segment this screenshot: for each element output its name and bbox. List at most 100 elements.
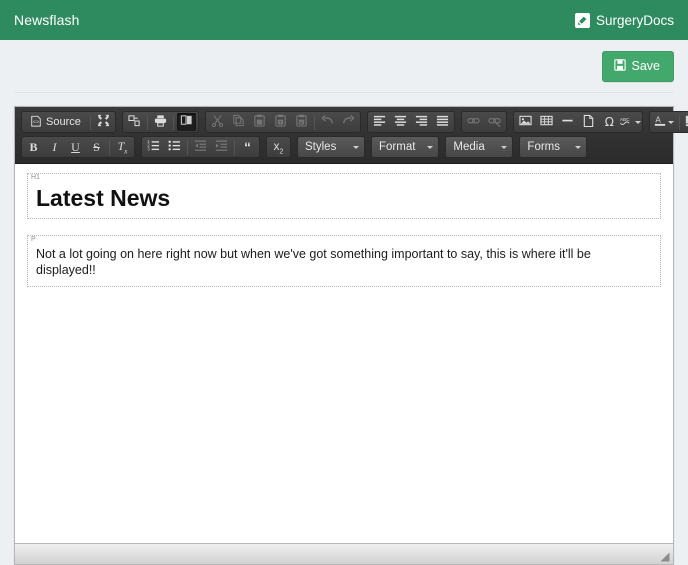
numbered-list-button[interactable]: 123 — [144, 138, 163, 156]
bulleted-list-button[interactable] — [165, 138, 184, 156]
paragraph-text: Not a lot going on here right now but wh… — [36, 247, 652, 278]
print-button[interactable] — [151, 113, 170, 131]
horizontal-rule-button[interactable] — [558, 113, 577, 131]
blockquote-icon: “ — [244, 143, 251, 151]
outdent-button — [191, 138, 210, 156]
pencil-square-icon — [575, 13, 590, 28]
toolbar-separator — [90, 115, 91, 130]
save-button-label: Save — [632, 59, 661, 73]
toolbar-separator — [679, 115, 680, 130]
numbered-list-icon: 123 — [147, 139, 160, 155]
show-blocks-button[interactable] — [177, 113, 196, 131]
page-break-button[interactable] — [579, 113, 598, 131]
editor-statusbar — [15, 543, 673, 564]
content-block-paragraph[interactable]: P Not a lot going on here right now but … — [27, 235, 661, 286]
chevron-down-icon — [501, 146, 507, 149]
toolbar-separator — [173, 115, 174, 130]
bulleted-list-icon — [168, 139, 181, 155]
section-divider — [14, 92, 674, 93]
align-justify-icon — [436, 114, 449, 130]
toolbar-group-basic-styles: B I U S Tx — [21, 136, 135, 158]
cut-button — [208, 113, 227, 131]
svg-text:W: W — [300, 120, 303, 126]
subscript-button[interactable]: x2 — [269, 138, 288, 156]
underline-icon: U — [71, 140, 80, 155]
page-content: Save <> Source — [0, 40, 688, 565]
forms-dropdown[interactable]: Forms — [519, 136, 587, 158]
horizontal-rule-icon — [561, 114, 574, 130]
templates-button[interactable] — [125, 113, 144, 131]
show-blocks-icon — [180, 114, 193, 130]
undo-arrow-icon — [321, 114, 334, 130]
align-left-icon — [373, 114, 386, 130]
strikethrough-button[interactable]: S — [87, 138, 106, 156]
styles-dropdown-label: Styles — [305, 141, 336, 153]
italic-button[interactable]: I — [45, 138, 64, 156]
align-right-button[interactable] — [412, 113, 431, 131]
image-icon — [519, 114, 532, 130]
remove-format-button[interactable]: Tx — [113, 138, 132, 156]
heading-text: Latest News — [36, 185, 652, 211]
block-tag-label: P — [31, 236, 36, 244]
unlink-icon — [488, 114, 501, 130]
table-button[interactable] — [537, 113, 556, 131]
toolbar-group-document: <> Source — [21, 111, 116, 133]
maximize-button[interactable] — [94, 113, 113, 131]
toolbar-group-clipboard: T W — [205, 111, 361, 133]
indent-icon — [215, 139, 228, 155]
editor-toolbar: <> Source — [15, 107, 673, 164]
styles-dropdown[interactable]: Styles — [297, 136, 365, 158]
unlink-button — [485, 113, 504, 131]
svg-text:<>: <> — [33, 119, 39, 125]
redo-arrow-icon — [342, 114, 355, 130]
align-left-button[interactable] — [370, 113, 389, 131]
content-block-heading[interactable]: H1 Latest News — [27, 173, 661, 219]
toolbar-group-alignment — [367, 111, 455, 133]
blockquote-button[interactable]: “ — [238, 138, 257, 156]
toolbar-group-tools — [122, 111, 199, 133]
outdent-icon — [194, 139, 207, 155]
app-brand-link[interactable]: SurgeryDocs — [575, 13, 674, 28]
subscript-icon: x2 — [274, 139, 284, 155]
svg-text:T: T — [279, 120, 282, 126]
undo-button — [318, 113, 337, 131]
paste-word-button: W — [292, 113, 311, 131]
bold-button[interactable]: B — [24, 138, 43, 156]
media-dropdown[interactable]: Media — [445, 136, 513, 158]
editor-content-area[interactable]: H1 Latest News P Not a lot going on here… — [15, 164, 673, 543]
paste-icon — [253, 114, 266, 130]
chevron-down-icon — [575, 146, 581, 149]
svg-text:A: A — [655, 116, 661, 125]
special-char-button[interactable]: Ω — [600, 113, 619, 131]
block-tag-label: H1 — [31, 174, 40, 182]
toolbar-group-paragraph: 123 — [141, 136, 260, 158]
redo-button — [339, 113, 358, 131]
omega-icon: Ω — [605, 115, 614, 129]
toolbar-row-1: <> Source — [18, 111, 670, 133]
align-right-icon — [415, 114, 428, 130]
floppy-disk-icon — [614, 59, 626, 74]
align-justify-button[interactable] — [433, 113, 452, 131]
top-navbar: Newsflash SurgeryDocs — [0, 0, 688, 40]
italic-icon: I — [53, 140, 57, 155]
scissors-icon — [211, 114, 224, 130]
toolbar-separator — [147, 115, 148, 130]
paste-text-button: T — [271, 113, 290, 131]
spellcheck-button[interactable]: ABC — [621, 113, 640, 131]
align-center-button[interactable] — [391, 113, 410, 131]
save-button[interactable]: Save — [602, 51, 675, 82]
page-title: Newsflash — [14, 12, 79, 28]
chevron-down-icon — [353, 146, 359, 149]
svg-text:3: 3 — [147, 146, 150, 151]
format-dropdown-label: Format — [379, 141, 415, 153]
toolbar-group-insert: Ω ABC — [513, 111, 643, 133]
toolbar-group-links — [461, 111, 507, 133]
format-dropdown[interactable]: Format — [371, 136, 439, 158]
paste-button — [250, 113, 269, 131]
background-color-button[interactable]: A — [683, 113, 688, 131]
toolbar-group-colors: A A — [649, 111, 688, 133]
image-button[interactable] — [516, 113, 535, 131]
source-button[interactable]: <> Source — [24, 113, 87, 131]
underline-button[interactable]: U — [66, 138, 85, 156]
text-color-button[interactable]: A — [652, 113, 676, 131]
